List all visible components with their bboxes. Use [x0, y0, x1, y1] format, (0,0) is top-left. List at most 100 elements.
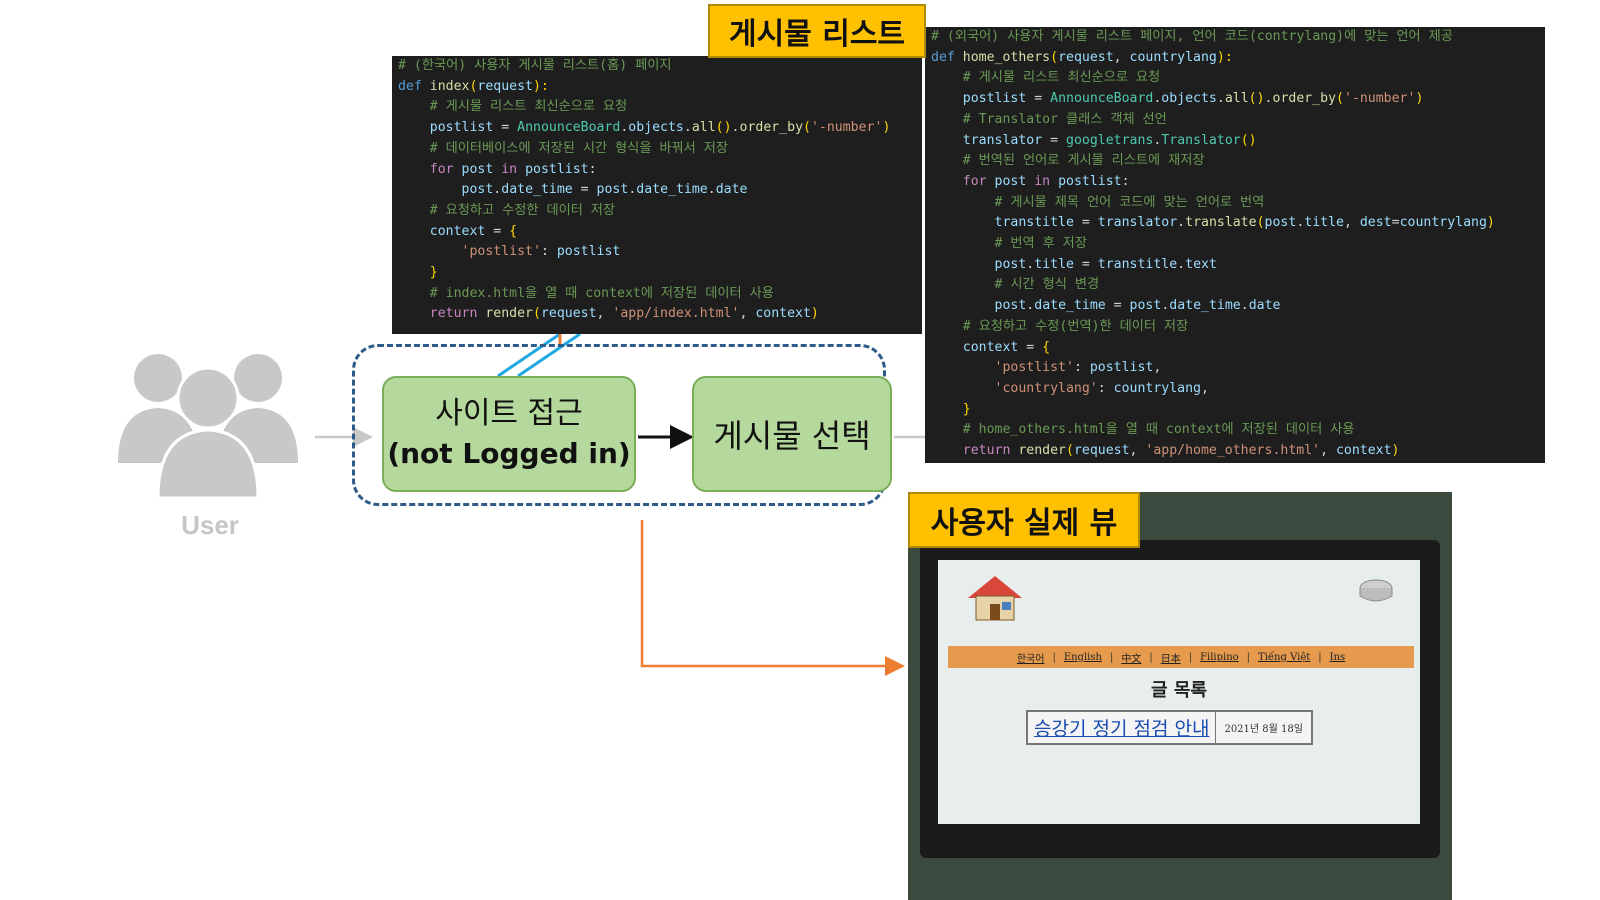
- lang-link-fil[interactable]: Filipino: [1200, 652, 1239, 663]
- code-token: 'app/home_others.html': [1145, 443, 1321, 459]
- code-token: request: [540, 306, 597, 322]
- language-nav: 한국어 | English | 中文 | 日本 | Filipino | Tiếng Vi…: [948, 646, 1414, 668]
- code-token: order_by: [739, 120, 804, 136]
- code-token: ,: [739, 306, 756, 322]
- code-token: =: [572, 182, 597, 198]
- code-token: # 게시물 리스트 최신순으로 요청: [962, 70, 1161, 86]
- code-token: translate: [1185, 215, 1257, 231]
- code-foreign-line: # 번역된 언어로 게시물 리스트에 재저장: [931, 151, 1545, 172]
- code-token: AnnounceBoard: [1050, 91, 1154, 107]
- code-token: # index.html을 열 때 context에 저장된 데이터 사용: [429, 285, 774, 301]
- code-token: postlist: [429, 120, 494, 136]
- code-korean-line: def index(request):: [398, 77, 922, 98]
- code-token: # 시간 형식 변경: [994, 277, 1100, 293]
- code-token: (: [532, 306, 541, 322]
- code-token: in: [1026, 173, 1059, 189]
- code-token: .: [1177, 215, 1186, 231]
- code-token: }: [962, 401, 971, 417]
- code-token: date: [1248, 298, 1281, 314]
- code-token: '-number': [810, 120, 883, 136]
- code-token: post: [461, 182, 494, 198]
- code-token: ,: [1200, 380, 1209, 396]
- code-token: render: [1018, 443, 1066, 459]
- code-token: .: [731, 120, 740, 136]
- code-token: ,: [1153, 360, 1162, 376]
- code-token: context: [1335, 443, 1392, 459]
- code-foreign-line: # 요청하고 수정(번역)한 데이터 저장: [931, 317, 1545, 338]
- code-token: }: [429, 265, 438, 281]
- lang-link-zh[interactable]: 中文: [1121, 650, 1141, 665]
- lang-link-en[interactable]: English: [1064, 652, 1102, 663]
- code-token: all: [691, 120, 716, 136]
- user-view-tag: 사용자 실제 뷰: [908, 492, 1140, 548]
- not-logged-in-label: (not Logged in): [387, 437, 631, 470]
- code-foreign-line: transtitle = translator.translate(post.t…: [931, 213, 1545, 234]
- device-photo: 한국어 | English | 中文 | 日本 | Filipino | Tiếng Vi…: [908, 492, 1452, 900]
- code-token: ,: [596, 306, 613, 322]
- code-korean-line: # 데이터베이스에 저장된 시간 형식을 바꿔서 저장: [398, 139, 922, 160]
- code-token: ): [1391, 443, 1400, 459]
- code-token: postlist: [556, 244, 621, 260]
- post-title-link[interactable]: 승강기 정기 점검 안내: [1028, 712, 1217, 743]
- code-token: '-number': [1343, 91, 1416, 107]
- code-token: date_time: [1169, 298, 1241, 314]
- code-token: ): [1415, 91, 1424, 107]
- code-token: 'app/index.html': [612, 306, 740, 322]
- home-icon[interactable]: [964, 574, 1026, 622]
- code-token: =: [1073, 256, 1098, 272]
- site-access-node: 사이트 접근 (not Logged in): [382, 376, 636, 492]
- code-foreign-line: # 번역 후 저장: [931, 234, 1545, 255]
- code-token: title: [1034, 256, 1074, 272]
- code-token: # 요청하고 수정한 데이터 저장: [429, 202, 616, 218]
- code-token: def: [398, 78, 430, 94]
- board-title: 글 목록: [1151, 680, 1207, 701]
- code-token: =: [1391, 215, 1400, 231]
- code-token: .: [1177, 256, 1186, 272]
- lang-link-other[interactable]: Ins: [1330, 652, 1346, 663]
- code-token: postlist: [962, 91, 1027, 107]
- code-token: post: [461, 161, 494, 177]
- code-token: def: [931, 49, 963, 65]
- code-foreign-line: context = {: [931, 338, 1545, 359]
- code-token: request: [1058, 49, 1114, 65]
- lang-link-ja[interactable]: 日本: [1161, 650, 1181, 665]
- code-token: :: [1121, 173, 1130, 189]
- code-token: .: [1264, 91, 1273, 107]
- gear-icon[interactable]: [1356, 574, 1396, 610]
- device-screen: 한국어 | English | 中文 | 日本 | Filipino | Tiếng Vi…: [938, 560, 1420, 824]
- code-token: :: [1073, 360, 1090, 376]
- code-token: {: [509, 223, 518, 239]
- code-foreign-line: # 게시물 제목 언어 코드에 맞는 언어로 번역: [931, 193, 1545, 214]
- code-token: return: [962, 443, 1019, 459]
- code-token: .: [1240, 298, 1249, 314]
- code-token: countrylang: [1129, 49, 1217, 65]
- code-foreign-line: 'countrylang': countrylang,: [931, 379, 1545, 400]
- code-token: =: [1018, 339, 1043, 355]
- code-token: ,: [1343, 215, 1360, 231]
- code-token: =: [485, 223, 510, 239]
- post-select-label: 게시물 선택: [713, 417, 871, 455]
- code-token: :: [588, 161, 597, 177]
- code-korean-line: context = {: [398, 222, 922, 243]
- code-panel-korean: # (한국어) 사용자 게시물 리스트(홈) 페이지 def index(requ…: [392, 56, 922, 334]
- code-foreign-line: postlist = AnnounceBoard.objects.all().o…: [931, 89, 1545, 110]
- code-token: postlist: [1058, 173, 1122, 189]
- code-token: ):: [1216, 49, 1233, 65]
- lang-link-vi[interactable]: Tiếng Việt: [1258, 652, 1310, 663]
- code-token: (: [803, 120, 811, 136]
- code-korean-line: return render(request, 'app/index.html',…: [398, 304, 922, 325]
- code-token: post: [994, 173, 1027, 189]
- code-token: (): [715, 120, 732, 136]
- code-token: post: [1264, 215, 1297, 231]
- post-row: 승강기 정기 점검 안내 2021년 8월 18일: [1026, 710, 1313, 745]
- lang-link-ko[interactable]: 한국어: [1017, 650, 1045, 665]
- code-korean-line: for post in postlist:: [398, 160, 922, 181]
